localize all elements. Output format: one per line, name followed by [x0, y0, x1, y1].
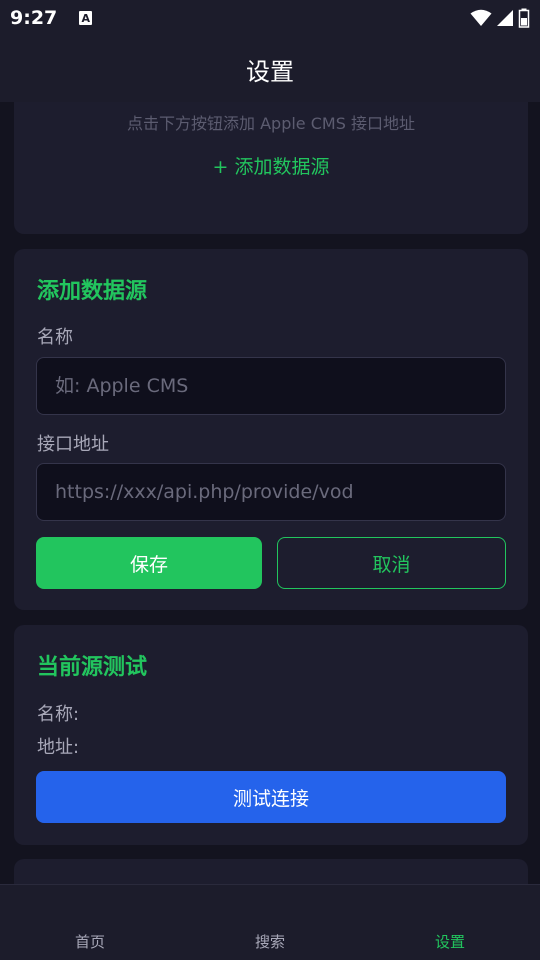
sources-hint: 点击下方按钮添加 Apple CMS 接口地址: [127, 114, 415, 133]
nav-item-settings[interactable]: 设置: [360, 885, 540, 960]
nav-item-home[interactable]: 首页: [0, 885, 180, 960]
settings-content[interactable]: 点击下方按钮添加 Apple CMS 接口地址 + 添加数据源 添加数据源 名称…: [0, 102, 540, 884]
cancel-button[interactable]: 取消: [277, 537, 506, 589]
test-connection-button[interactable]: 测试连接: [36, 771, 506, 823]
nav-item-search[interactable]: 搜索: [180, 885, 360, 960]
status-bar: 9:27 A: [0, 0, 540, 36]
current-source-test-card: 当前源测试 名称: 地址: 测试连接: [14, 625, 528, 845]
current-source-url: 地址:: [37, 737, 80, 758]
wifi-icon: [470, 9, 492, 26]
form-title: 添加数据源: [37, 279, 148, 304]
notification-icon: A: [79, 11, 93, 25]
status-time: 9:27: [10, 7, 58, 29]
test-section-title: 当前源测试: [37, 655, 148, 680]
name-label: 名称: [37, 327, 73, 348]
name-input[interactable]: [36, 357, 506, 415]
bottom-nav: 首页 搜索 设置: [0, 884, 540, 960]
url-label: 接口地址: [37, 434, 109, 455]
status-icons: [470, 8, 530, 28]
app-bar: 设置: [0, 36, 540, 102]
current-source-name: 名称:: [37, 704, 80, 725]
add-source-button[interactable]: + 添加数据源: [38, 140, 504, 190]
battery-icon: [518, 8, 530, 28]
sources-card: 点击下方按钮添加 Apple CMS 接口地址 + 添加数据源: [14, 102, 528, 234]
add-source-form: 添加数据源 名称 接口地址 保存 取消: [14, 249, 528, 610]
page-title: 设置: [246, 57, 294, 86]
signal-icon: [497, 10, 513, 26]
save-button[interactable]: 保存: [36, 537, 262, 589]
next-card: [14, 859, 528, 884]
url-input[interactable]: [36, 463, 506, 521]
